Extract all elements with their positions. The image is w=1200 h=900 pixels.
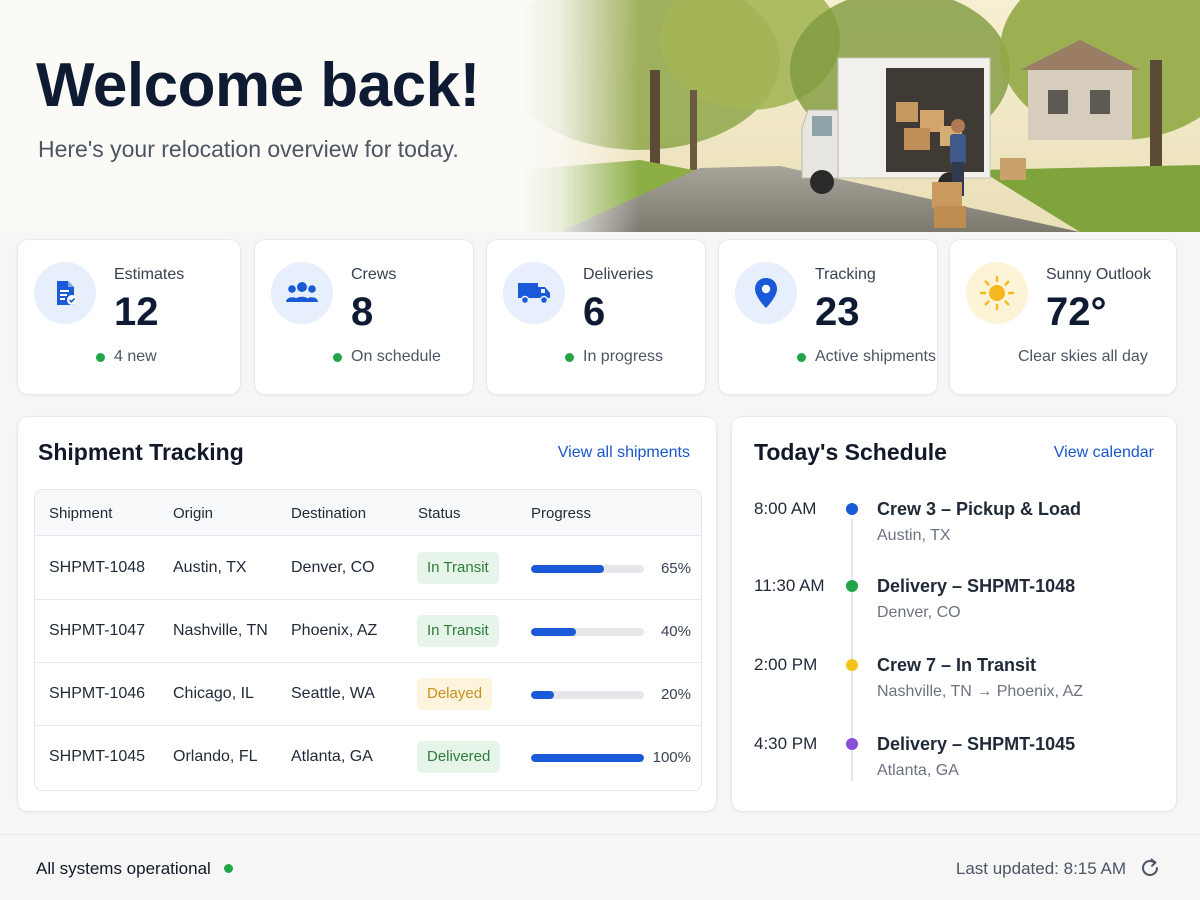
shipments-table: Shipment Origin Destination Status Progr… — [34, 489, 702, 791]
schedule-time: 11:30 AM — [754, 576, 825, 595]
table-row[interactable]: SHPMT-1047 Nashville, TN Phoenix, AZ In … — [35, 600, 701, 663]
progress-percent: 100% — [652, 749, 691, 766]
progress-bar — [531, 565, 644, 573]
map-pin-icon — [735, 262, 797, 324]
schedule-time: 4:30 PM — [754, 734, 818, 753]
column-header[interactable]: Shipment — [49, 505, 112, 522]
last-updated-text: Last updated: 8:15 AM — [955, 859, 1126, 878]
stat-value: 12 — [114, 290, 159, 334]
progress-percent: 20% — [660, 686, 691, 703]
panel-title: Shipment Tracking — [38, 439, 244, 465]
timeline-dot — [846, 503, 858, 515]
destination: Phoenix, AZ — [291, 622, 378, 639]
schedule-title: Crew 7 – In Transit — [877, 655, 1037, 675]
stat-value: 23 — [815, 290, 860, 334]
status-dot — [565, 353, 574, 362]
schedule-time: 8:00 AM — [754, 499, 817, 518]
shipment-id: SHPMT-1046 — [49, 685, 146, 702]
stat-value: 6 — [583, 290, 606, 334]
progress-bar — [531, 754, 644, 762]
destination: Atlanta, GA — [291, 748, 373, 765]
stat-note: On schedule — [333, 348, 441, 366]
status-dot — [333, 353, 342, 362]
schedule-location: Denver, CO — [877, 604, 961, 621]
page-title: Welcome back! — [36, 51, 480, 120]
hero-banner: Welcome back! Here's your relocation ove… — [0, 0, 1200, 232]
sun-icon — [966, 262, 1028, 324]
people-group-icon — [271, 262, 333, 324]
table-row[interactable]: SHPMT-1048 Austin, TX Denver, CO In Tran… — [35, 537, 701, 600]
stat-card-estimates[interactable]: Estimates 12 4 new — [18, 240, 240, 394]
schedule-item[interactable]: 4:30 PM Delivery – SHPMT-1045 Atlanta, G… — [732, 734, 1176, 804]
status-footer: All systems operational Last updated: 8:… — [0, 834, 1200, 900]
status-dot — [797, 353, 806, 362]
stat-note: Clear skies all day — [1018, 348, 1148, 365]
origin: Nashville, TN — [173, 622, 268, 639]
progress-bar — [531, 691, 644, 699]
table-header: Shipment Origin Destination Status Progr… — [35, 490, 701, 536]
stat-note: In progress — [565, 348, 663, 366]
stat-label: Crews — [351, 266, 397, 283]
destination: Seattle, WA — [291, 685, 375, 702]
shipment-id: SHPMT-1048 — [49, 559, 146, 576]
todays-schedule-panel: Today's Schedule View calendar 8:00 AM C… — [732, 417, 1176, 811]
refresh-icon[interactable] — [1138, 856, 1162, 880]
stat-note: 4 new — [96, 348, 157, 366]
schedule-item[interactable]: 8:00 AM Crew 3 – Pickup & Load Austin, T… — [732, 499, 1176, 569]
delivery-truck-icon — [503, 262, 565, 324]
stat-card-crews[interactable]: Crews 8 On schedule — [255, 240, 473, 394]
timeline-dot — [846, 659, 858, 671]
schedule-item[interactable]: 11:30 AM Delivery – SHPMT-1048 Denver, C… — [732, 576, 1176, 646]
shipment-id: SHPMT-1047 — [49, 622, 146, 639]
stat-label: Sunny Outlook — [1046, 266, 1151, 283]
schedule-location: Nashville, TN → Phoenix, AZ — [877, 683, 1084, 700]
progress-bar — [531, 628, 644, 636]
stat-label: Estimates — [114, 266, 185, 283]
stat-card-weather[interactable]: Sunny Outlook 72° Clear skies all day — [950, 240, 1176, 394]
origin: Chicago, IL — [173, 685, 254, 702]
schedule-title: Crew 3 – Pickup & Load — [877, 499, 1082, 519]
status-dot — [96, 353, 105, 362]
origin: Austin, TX — [173, 559, 247, 576]
schedule-time: 2:00 PM — [754, 655, 818, 674]
schedule-item[interactable]: 2:00 PM Crew 7 – In Transit Nashville, T… — [732, 655, 1176, 725]
schedule-title: Delivery – SHPMT-1045 — [877, 734, 1076, 754]
status-dot — [224, 864, 233, 873]
view-calendar-link[interactable]: View calendar — [1054, 444, 1154, 462]
stat-label: Tracking — [815, 266, 876, 283]
status-badge: In Transit — [417, 615, 499, 647]
column-header[interactable]: Destination — [291, 505, 366, 522]
page-subtitle: Here's your relocation overview for toda… — [38, 136, 459, 162]
view-all-shipments-link[interactable]: View all shipments — [558, 444, 690, 462]
panel-title: Today's Schedule — [754, 439, 947, 465]
table-row[interactable]: SHPMT-1046 Chicago, IL Seattle, WA Delay… — [35, 663, 701, 726]
status-badge: In Transit — [417, 552, 499, 584]
column-header[interactable]: Status — [418, 505, 461, 522]
shipment-tracking-panel: Shipment Tracking View all shipments Shi… — [18, 417, 716, 811]
schedule-location: Atlanta, GA — [877, 762, 959, 779]
column-header[interactable]: Origin — [173, 505, 213, 522]
stat-value: 8 — [351, 290, 374, 334]
stat-label: Deliveries — [583, 266, 654, 283]
progress-percent: 65% — [660, 560, 691, 577]
timeline-dot — [846, 738, 858, 750]
status-badge: Delayed — [417, 678, 493, 710]
stat-card-deliveries[interactable]: Deliveries 6 In progress — [487, 240, 705, 394]
column-header[interactable]: Progress — [531, 505, 591, 522]
table-row[interactable]: SHPMT-1045 Orlando, FL Atlanta, GA Deliv… — [35, 726, 701, 789]
stat-card-tracking[interactable]: Tracking 23 Active shipments — [719, 240, 937, 394]
destination: Denver, CO — [291, 559, 375, 576]
status-badge: Delivered — [417, 741, 501, 773]
stat-value: 72° — [1046, 290, 1107, 334]
schedule-location: Austin, TX — [877, 527, 951, 544]
document-check-icon — [34, 262, 96, 324]
schedule-title: Delivery – SHPMT-1048 — [877, 576, 1076, 596]
progress-percent: 40% — [660, 623, 691, 640]
timeline-dot — [846, 580, 858, 592]
system-status-text: All systems operational — [36, 859, 211, 878]
stat-note: Active shipments — [797, 348, 936, 366]
origin: Orlando, FL — [173, 748, 258, 765]
shipment-id: SHPMT-1045 — [49, 748, 146, 765]
